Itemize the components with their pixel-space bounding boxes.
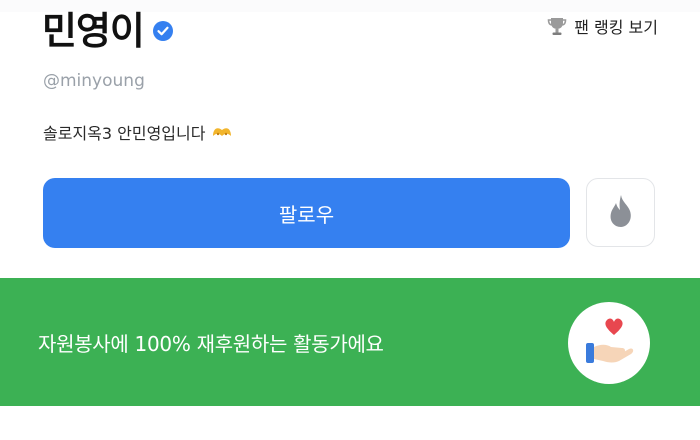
display-name: 민영이: [42, 9, 145, 53]
bottom-area: [0, 406, 700, 440]
banner-text: 자원봉사에 100% 재후원하는 활동가에요: [38, 332, 384, 356]
hugging-hands-icon: [211, 124, 233, 140]
profile-header: 민영이: [42, 8, 174, 54]
fire-icon: [606, 193, 636, 233]
fan-ranking-label: 팬 랭킹 보기: [574, 18, 658, 37]
cheer-button[interactable]: [586, 178, 655, 247]
fan-ranking-link[interactable]: 팬 랭킹 보기: [546, 14, 658, 38]
heart-hand-icon: [581, 315, 637, 371]
banner-badge: [568, 302, 650, 384]
verified-badge-icon: [152, 20, 174, 42]
trophy-icon: [546, 15, 568, 37]
follow-button[interactable]: 팔로우: [43, 178, 570, 248]
bio: 솔로지옥3 안민영입니다: [43, 120, 233, 144]
donation-banner[interactable]: 자원봉사에 100% 재후원하는 활동가에요: [0, 278, 700, 406]
username: @minyoung: [43, 71, 145, 91]
profile-page: 민영이 팬 랭킹 보기 @minyoung 솔로지옥3 안민영입니다 팔로우 자…: [0, 0, 700, 440]
bio-text: 솔로지옥3 안민영입니다: [43, 124, 206, 143]
